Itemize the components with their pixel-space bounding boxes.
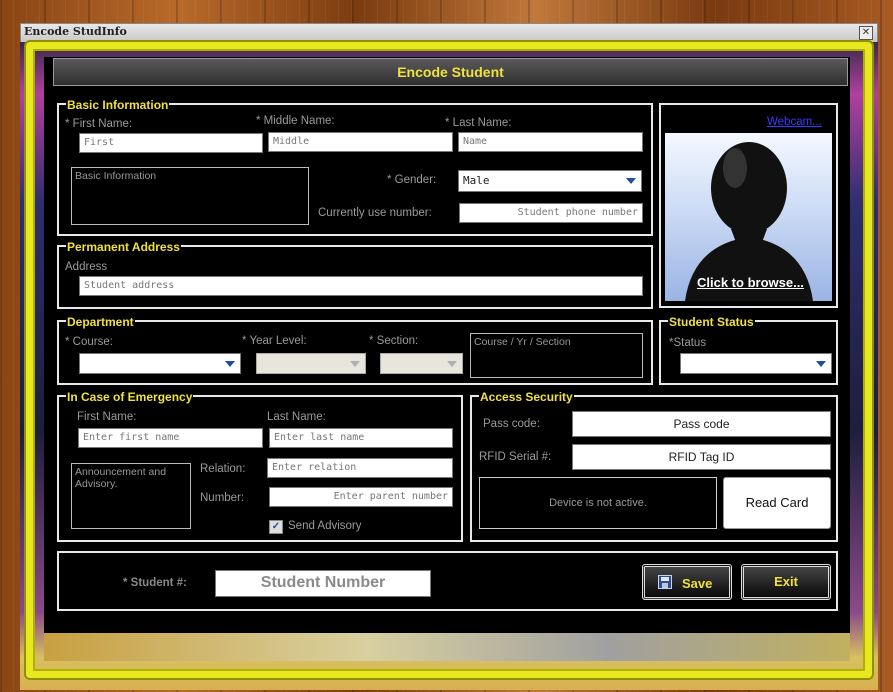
panel-title: Basic Information bbox=[66, 98, 170, 112]
year-level-select[interactable] bbox=[256, 353, 366, 374]
panel-title: Permanent Address bbox=[66, 240, 181, 254]
section-select[interactable] bbox=[380, 353, 463, 374]
save-button[interactable]: Save bbox=[642, 564, 732, 600]
chevron-down-icon bbox=[447, 361, 457, 367]
bottom-decor-strip bbox=[44, 633, 850, 661]
address-input[interactable]: Student address bbox=[79, 276, 643, 296]
address-label: Address bbox=[65, 261, 108, 273]
phone-label: Currently use number: bbox=[318, 207, 432, 219]
form-header: Encode Student bbox=[53, 58, 848, 86]
first-name-label: * First Name: bbox=[65, 118, 133, 130]
chevron-down-icon bbox=[350, 361, 360, 367]
status-select[interactable] bbox=[680, 353, 832, 374]
rfid-input[interactable]: RFID Tag ID bbox=[572, 444, 831, 470]
form-title: Encode Student bbox=[397, 64, 504, 80]
student-number-label: * Student #: bbox=[123, 577, 187, 589]
panel-title: Student Status bbox=[668, 315, 755, 329]
course-summary-box: Course / Yr / Section bbox=[470, 333, 643, 378]
photo-box[interactable]: Click to browse... bbox=[665, 133, 832, 301]
panel-title: Access Security bbox=[479, 390, 574, 404]
middle-name-label: * Middle Name: bbox=[256, 115, 335, 127]
parent-number-input[interactable]: Enter parent number bbox=[269, 487, 453, 507]
passcode-label: Pass code: bbox=[483, 418, 540, 430]
middle-name-input[interactable]: Middle bbox=[268, 132, 453, 152]
last-name-input[interactable]: Name bbox=[458, 132, 643, 152]
phone-input[interactable]: Student phone number bbox=[459, 203, 643, 223]
gender-label: * Gender: bbox=[387, 174, 437, 186]
relation-input[interactable]: Enter relation bbox=[267, 458, 453, 478]
exit-button[interactable]: Exit bbox=[741, 564, 831, 600]
course-select[interactable] bbox=[79, 353, 241, 374]
status-label: *Status bbox=[669, 337, 707, 349]
close-icon[interactable]: ✕ bbox=[859, 26, 873, 40]
relation-label: Relation: bbox=[200, 463, 246, 475]
browse-text[interactable]: Click to browse... bbox=[697, 275, 804, 290]
rfid-label: RFID Serial #: bbox=[479, 451, 552, 463]
passcode-input[interactable]: Pass code bbox=[572, 411, 831, 437]
send-advisory-label: Send Advisory bbox=[288, 520, 362, 532]
first-name-input[interactable]: First bbox=[79, 133, 263, 153]
basic-info-textarea[interactable]: Basic Information bbox=[71, 167, 309, 225]
gender-value: Male bbox=[463, 174, 490, 187]
last-name-label: * Last Name: bbox=[445, 117, 512, 129]
panel-title: In Case of Emergency bbox=[66, 390, 194, 404]
emergency-last-input[interactable]: Enter last name bbox=[269, 428, 453, 448]
year-level-label: * Year Level: bbox=[242, 335, 307, 347]
chevron-down-icon bbox=[816, 361, 826, 367]
window-title: Encode StudInfo bbox=[24, 25, 127, 38]
student-number-input[interactable]: Student Number bbox=[215, 570, 431, 597]
chevron-down-icon bbox=[626, 178, 636, 184]
emergency-first-label: First Name: bbox=[77, 411, 137, 423]
advisory-textarea[interactable]: Announcement and Advisory. bbox=[71, 463, 191, 529]
panel-title: Department bbox=[66, 315, 135, 329]
window-titlebar: Encode StudInfo ✕ bbox=[20, 23, 878, 43]
number-label: Number: bbox=[200, 492, 245, 504]
floppy-disk-icon bbox=[658, 575, 672, 589]
chevron-down-icon bbox=[225, 361, 235, 367]
emergency-first-input[interactable]: Enter first name bbox=[78, 428, 263, 448]
send-advisory-checkbox[interactable]: ✓ bbox=[269, 520, 283, 534]
save-button-label: Save bbox=[682, 576, 713, 591]
emergency-last-label: Last Name: bbox=[267, 411, 326, 423]
course-label: * Course: bbox=[65, 336, 113, 348]
exit-button-label: Exit bbox=[774, 574, 798, 589]
read-card-button[interactable]: Read Card bbox=[723, 477, 831, 529]
section-label: * Section: bbox=[369, 335, 419, 347]
gender-select[interactable]: Male bbox=[458, 170, 642, 192]
device-status-box: Device is not active. bbox=[479, 477, 717, 529]
webcam-link[interactable]: Webcam... bbox=[767, 116, 822, 128]
device-status-text: Device is not active. bbox=[549, 497, 647, 509]
